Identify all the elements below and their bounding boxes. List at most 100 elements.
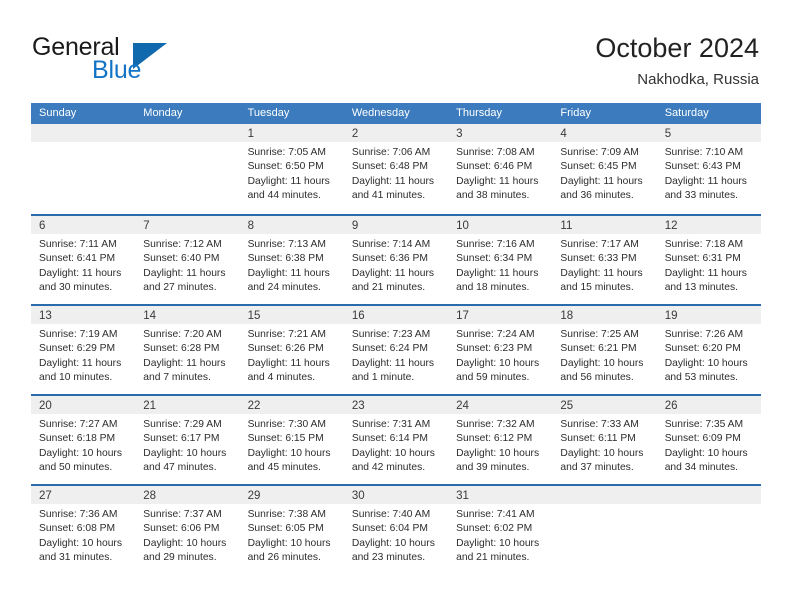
weekday-header-monday: Monday [143,107,183,119]
day-cell[interactable]: 11 Sunrise: 7:17 AM Sunset: 6:33 PM Dayligh… [552,216,657,304]
day-detail-line: and 24 minutes. [247,282,321,294]
day-number-band: 28 [135,486,240,504]
logo-text-blue: Blue [92,56,142,84]
day-cell[interactable]: 12 Sunrise: 7:18 AM Sunset: 6:31 PM Dayligh… [656,216,761,304]
day-detail-line: Sunset: 6:06 PM [143,523,220,535]
day-detail-line: Sunrise: 7:19 AM [39,329,118,340]
day-details: Sunrise: 7:35 AM Sunset: 6:09 PM Daylight:… [657,414,761,476]
day-number-band: 27 [31,486,136,504]
day-detail-line: Daylight: 10 hours [560,447,644,459]
day-cell[interactable]: 29 Sunrise: 7:38 AM Sunset: 6:05 PM Dayligh… [239,486,344,574]
day-cell[interactable]: 25 Sunrise: 7:33 AM Sunset: 6:11 PM Dayligh… [552,396,657,484]
day-number: 21 [143,400,157,412]
day-cell[interactable]: 21 Sunrise: 7:29 AM Sunset: 6:17 PM Dayligh… [135,396,240,484]
day-detail-line: and 1 minute. [351,372,415,384]
day-cell[interactable]: 13 Sunrise: 7:19 AM Sunset: 6:29 PM Dayligh… [31,306,136,394]
day-detail-line: Daylight: 10 hours [351,537,435,549]
day-cell[interactable]: 4 Sunrise: 7:09 AM Sunset: 6:45 PM Daylight… [552,124,657,214]
day-cell[interactable]: 16 Sunrise: 7:23 AM Sunset: 6:24 PM Dayligh… [343,306,449,394]
day-cell[interactable]: 9 Sunrise: 7:14 AM Sunset: 6:36 PM Daylight… [343,216,449,304]
day-cell[interactable]: 14 Sunrise: 7:20 AM Sunset: 6:28 PM Dayligh… [135,306,240,394]
day-cell[interactable]: 24 Sunrise: 7:32 AM Sunset: 6:12 PM Dayligh… [448,396,553,484]
day-detail-line: and 44 minutes. [247,190,321,202]
day-number-band: 3 [448,124,553,142]
day-cell[interactable]: 15 Sunrise: 7:21 AM Sunset: 6:26 PM Dayligh… [239,306,344,394]
day-detail-line: and 10 minutes. [39,372,113,384]
day-cell[interactable]: 20 Sunrise: 7:27 AM Sunset: 6:18 PM Dayligh… [31,396,136,484]
day-details: Sunrise: 7:24 AM Sunset: 6:23 PM Daylight:… [448,324,552,386]
day-detail-line: and 26 minutes. [247,552,321,564]
day-number-band: 14 [135,306,240,324]
day-number: 29 [247,490,261,502]
day-cell[interactable]: 26 Sunrise: 7:35 AM Sunset: 6:09 PM Dayligh… [656,396,761,484]
day-details: Sunrise: 7:31 AM Sunset: 6:14 PM Daylight:… [344,414,448,476]
day-number-band: 31 [448,486,553,504]
day-number: 11 [560,220,573,232]
day-detail-line: and 15 minutes. [560,282,634,294]
day-detail-line: Sunrise: 7:05 AM [247,147,326,158]
day-cell[interactable]: 2 Sunrise: 7:06 AM Sunset: 6:48 PM Daylight… [343,124,449,214]
day-cell[interactable]: 17 Sunrise: 7:24 AM Sunset: 6:23 PM Dayligh… [448,306,553,394]
day-cell[interactable]: 6 Sunrise: 7:11 AM Sunset: 6:41 PM Daylight… [31,216,136,304]
day-cell[interactable]: 10 Sunrise: 7:16 AM Sunset: 6:34 PM Dayligh… [448,216,553,304]
day-cell[interactable]: 30 Sunrise: 7:40 AM Sunset: 6:04 PM Dayligh… [343,486,449,574]
weekday-header-row: Sunday Monday Tuesday Wednesday Thursday Frid… [31,103,761,124]
day-cell[interactable]: 27 Sunrise: 7:36 AM Sunset: 6:08 PM Dayligh… [31,486,136,574]
day-detail-line: and 45 minutes. [247,462,321,474]
day-details: Sunrise: 7:11 AM Sunset: 6:41 PM Daylight:… [31,234,135,296]
day-cell[interactable]: 23 Sunrise: 7:31 AM Sunset: 6:14 PM Dayligh… [343,396,449,484]
day-details: Sunrise: 7:26 AM Sunset: 6:20 PM Daylight:… [657,324,761,386]
day-details: Sunrise: 7:13 AM Sunset: 6:38 PM Daylight:… [240,234,344,296]
day-detail-line: Sunset: 6:41 PM [39,253,116,265]
day-number: 7 [143,220,150,232]
day-cell[interactable]: 28 Sunrise: 7:37 AM Sunset: 6:06 PM Dayligh… [135,486,240,574]
day-detail-line: Daylight: 11 hours [143,267,226,279]
day-details: Sunrise: 7:23 AM Sunset: 6:24 PM Daylight:… [344,324,448,386]
day-detail-line: Daylight: 10 hours [247,447,331,459]
day-detail-line: and 56 minutes. [560,372,634,384]
day-details: Sunrise: 7:06 AM Sunset: 6:48 PM Daylight:… [344,142,448,204]
day-detail-line: Sunrise: 7:21 AM [247,329,326,340]
day-cell[interactable]: 1 Sunrise: 7:05 AM Sunset: 6:50 PM Daylight… [239,124,344,214]
weekday-header-wednesday: Wednesday [351,107,410,119]
day-number: 13 [39,310,52,322]
day-cell[interactable]: 31 Sunrise: 7:41 AM Sunset: 6:02 PM Dayligh… [448,486,553,574]
day-detail-line: Sunset: 6:11 PM [560,433,636,445]
day-number: 15 [247,310,261,322]
day-detail-line: Sunset: 6:34 PM [456,253,533,265]
day-number-band: 16 [343,306,449,324]
day-number: 27 [39,490,52,502]
day-detail-line: and 7 minutes. [143,372,211,384]
day-detail-line: Sunrise: 7:25 AM [560,329,639,340]
day-cell[interactable]: 22 Sunrise: 7:30 AM Sunset: 6:15 PM Dayligh… [239,396,344,484]
day-detail-line: and 33 minutes. [664,190,738,202]
day-detail-line: Sunrise: 7:35 AM [664,419,744,430]
day-detail-line: Sunrise: 7:32 AM [456,419,535,430]
day-detail-line: Sunset: 6:48 PM [351,161,428,173]
day-cell[interactable]: 18 Sunrise: 7:25 AM Sunset: 6:21 PM Dayligh… [552,306,657,394]
day-number-band: 25 [552,396,657,414]
day-details: Sunrise: 7:36 AM Sunset: 6:08 PM Daylight:… [31,504,135,566]
day-details: Sunrise: 7:41 AM Sunset: 6:02 PM Daylight:… [448,504,552,566]
day-cell[interactable]: 3 Sunrise: 7:08 AM Sunset: 6:46 PM Daylight… [448,124,553,214]
day-detail-line: Sunset: 6:38 PM [247,253,324,265]
day-detail-line: Sunset: 6:24 PM [351,343,428,355]
day-detail-line: Daylight: 10 hours [664,447,748,459]
day-details: Sunrise: 7:29 AM Sunset: 6:17 PM Daylight:… [135,414,239,476]
day-number-band: 5 [656,124,761,142]
week-row: 1 Sunrise: 7:05 AM Sunset: 6:50 PM Daylight… [31,124,761,214]
day-detail-line: Sunrise: 7:10 AM [664,147,744,158]
weekday-header-friday: Friday [560,107,591,119]
day-detail-line: Sunset: 6:23 PM [456,343,533,355]
day-cell[interactable]: 19 Sunrise: 7:26 AM Sunset: 6:20 PM Dayligh… [656,306,761,394]
day-detail-line: Daylight: 11 hours [456,175,539,187]
day-cell[interactable]: 7 Sunrise: 7:12 AM Sunset: 6:40 PM Daylight… [135,216,240,304]
day-detail-line: Sunrise: 7:06 AM [351,147,431,158]
weekday-header-sunday: Sunday [39,107,77,119]
day-detail-line: and 50 minutes. [39,462,113,474]
day-cell[interactable]: 8 Sunrise: 7:13 AM Sunset: 6:38 PM Daylight… [239,216,344,304]
day-cell[interactable]: 5 Sunrise: 7:10 AM Sunset: 6:43 PM Daylight… [656,124,761,214]
day-detail-line: and 23 minutes. [351,552,426,564]
day-detail-line: Sunset: 6:12 PM [456,433,533,445]
day-detail-line: Sunset: 6:15 PM [247,433,324,445]
